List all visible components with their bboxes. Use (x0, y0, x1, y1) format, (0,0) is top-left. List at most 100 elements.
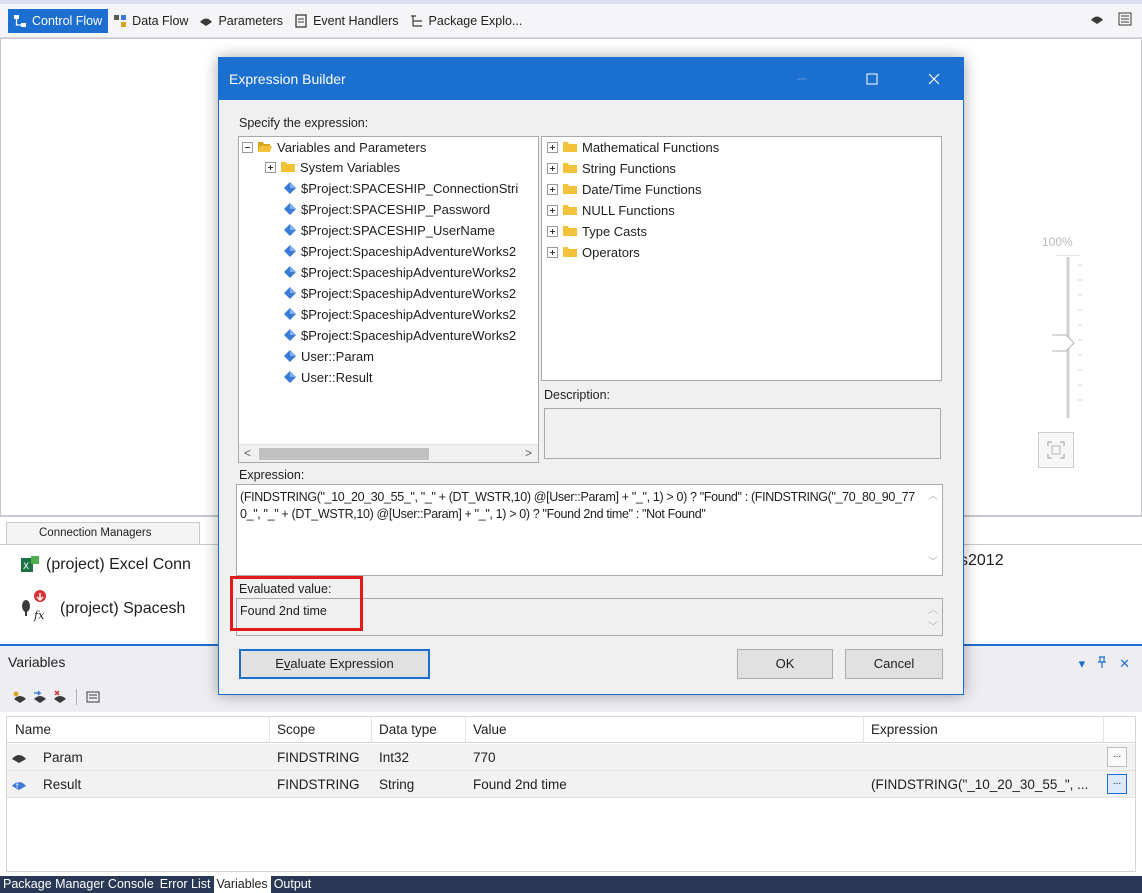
column-header-expression[interactable]: Expression (865, 717, 1101, 743)
dialog-title-bar[interactable]: Expression Builder (219, 58, 963, 100)
tree-node-variables-and-parameters[interactable]: Variables and Parameters (242, 137, 426, 157)
folder-icon (562, 203, 578, 217)
table-row[interactable]: Param FINDSTRING Int32 770 ... (7, 744, 1135, 771)
ok-button[interactable]: OK (737, 649, 833, 679)
tree-node-variable[interactable]: $Project:SpaceshipAdventureWorks2 (283, 241, 516, 261)
parameter-icon (283, 307, 297, 321)
grid-options-icon[interactable] (85, 689, 101, 705)
folder-icon (562, 182, 578, 196)
variables-grid-header: Name Scope Data type Value Expression (7, 717, 1135, 743)
tab-output[interactable]: Output (271, 876, 315, 893)
scroll-left-icon[interactable]: < (244, 446, 251, 460)
tree-node-mathematical-functions[interactable]: Mathematical Functions (547, 137, 719, 157)
column-header-scope[interactable]: Scope (271, 717, 371, 743)
variables-tree[interactable]: Variables and Parameters System Variable… (238, 136, 539, 463)
expand-icon[interactable] (265, 161, 276, 173)
variable-value[interactable]: Found 2nd time (467, 771, 863, 798)
tree-node-variable[interactable]: $Project:SPACESHIP_UserName (283, 220, 495, 240)
evaluated-vertical-scrollbar[interactable]: ︿ ﹀ (924, 599, 942, 635)
connection-managers-tab[interactable]: Connection Managers (6, 522, 200, 544)
pin-icon[interactable] (1097, 656, 1107, 672)
functions-tree[interactable]: Mathematical Functions String Functions … (541, 136, 942, 381)
tab-event-handlers[interactable]: Event Handlers (289, 9, 404, 33)
tree-node-system-variables[interactable]: System Variables (265, 157, 400, 177)
expand-icon[interactable] (547, 162, 558, 174)
close-icon[interactable]: ✕ (1119, 656, 1130, 672)
variable-data-type[interactable]: Int32 (373, 744, 465, 771)
svg-text:fx: fx (33, 609, 45, 622)
scroll-up-icon[interactable]: ︿ (928, 601, 938, 616)
expand-icon[interactable] (547, 246, 558, 258)
tree-node-null-functions[interactable]: NULL Functions (547, 200, 675, 220)
expand-icon[interactable] (547, 204, 558, 216)
delete-variable-icon[interactable] (52, 689, 68, 705)
tree-node-datetime-functions[interactable]: Date/Time Functions (547, 179, 701, 199)
connection-oledb[interactable]: fx (project) Spacesh (20, 589, 185, 629)
scroll-down-icon[interactable]: ﹀ (928, 555, 938, 572)
parameter-icon (283, 265, 297, 279)
folder-icon (562, 245, 578, 259)
expression-input[interactable]: (FINDSTRING("_10_20_30_55_", "_" + (DT_W… (236, 484, 943, 576)
tree-node-variable[interactable]: $Project:SPACESHIP_ConnectionStri (283, 178, 518, 198)
expand-icon[interactable] (547, 225, 558, 237)
variables-toggle-icon[interactable] (1090, 12, 1104, 26)
tree-node-type-casts[interactable]: Type Casts (547, 221, 647, 241)
expression-label: Expression: (239, 468, 305, 482)
close-button[interactable] (911, 58, 957, 100)
tab-package-manager-console[interactable]: Package Manager Console (0, 876, 157, 893)
cancel-button[interactable]: Cancel (845, 649, 943, 679)
tab-error-list[interactable]: Error List (157, 876, 214, 893)
move-variable-icon[interactable] (32, 689, 48, 705)
expression-variable-icon: f (11, 777, 27, 791)
variable-scope: FINDSTRING (277, 750, 360, 765)
scroll-down-icon[interactable]: ﹀ (928, 618, 938, 633)
tab-control-flow[interactable]: Control Flow (8, 9, 109, 33)
task-list-icon[interactable] (1118, 12, 1132, 26)
tree-horizontal-scrollbar[interactable]: < > (239, 444, 538, 462)
scroll-right-icon[interactable]: > (525, 446, 532, 460)
variable-expression[interactable]: (FINDSTRING("_10_20_30_55_", ... (865, 771, 1101, 798)
tree-node-string-functions[interactable]: String Functions (547, 158, 676, 178)
tab-package-explorer[interactable]: Package Explo... (405, 9, 529, 33)
tree-node-variable[interactable]: $Project:SpaceshipAdventureWorks2 (283, 304, 516, 324)
event-handlers-icon (293, 13, 309, 29)
expand-icon[interactable] (547, 183, 558, 195)
scrollbar-thumb[interactable] (259, 448, 429, 460)
column-header-data-type[interactable]: Data type (373, 717, 465, 743)
tab-variables[interactable]: Variables (213, 876, 271, 893)
column-header-value[interactable]: Value (467, 717, 863, 743)
tree-node-user-param[interactable]: User::Param (283, 346, 374, 366)
expand-icon[interactable] (547, 141, 558, 153)
window-position-icon[interactable]: ▾ (1079, 656, 1086, 672)
maximize-button[interactable] (849, 58, 895, 100)
tree-node-variable[interactable]: $Project:SPACESHIP_Password (283, 199, 490, 219)
excel-connection-icon: X (20, 555, 40, 575)
collapse-icon[interactable] (242, 141, 253, 153)
tab-data-flow[interactable]: Data Flow (108, 9, 194, 33)
variable-data-type[interactable]: String (373, 771, 465, 798)
expression-vertical-scrollbar[interactable]: ︿ ﹀ (924, 485, 942, 575)
scroll-up-icon[interactable]: ︿ (928, 489, 938, 506)
variable-expression[interactable] (865, 744, 1101, 771)
table-row[interactable]: f Result FINDSTRING String Found 2nd tim… (7, 771, 1135, 798)
tree-node-operators[interactable]: Operators (547, 242, 640, 262)
tree-node-variable[interactable]: $Project:SpaceshipAdventureWorks2 (283, 325, 516, 345)
tree-node-user-result[interactable]: User::Result (283, 367, 373, 387)
connection-excel[interactable]: X (project) Excel Conn (20, 555, 191, 575)
variable-icon (11, 750, 27, 764)
expression-ellipsis-button[interactable]: ... (1107, 747, 1127, 767)
tree-node-variable[interactable]: $Project:SpaceshipAdventureWorks2 (283, 262, 516, 282)
tree-node-variable[interactable]: $Project:SpaceshipAdventureWorks2 (283, 283, 516, 303)
column-header-name[interactable]: Name (9, 717, 269, 743)
evaluate-expression-button[interactable]: Evaluate Expression (239, 649, 430, 679)
variable-name[interactable]: Result (37, 771, 267, 798)
add-variable-icon[interactable] (12, 689, 28, 705)
variable-value[interactable]: 770 (467, 744, 863, 771)
variable-name[interactable]: Param (37, 744, 267, 771)
connection-name-overflow: s2012 (960, 552, 1004, 569)
expression-ellipsis-button[interactable]: ... (1107, 774, 1127, 794)
tab-parameters[interactable]: Parameters (194, 9, 289, 33)
zoom-slider[interactable] (1052, 255, 1084, 420)
description-box (544, 408, 941, 459)
zoom-to-fit-button[interactable] (1038, 432, 1074, 468)
